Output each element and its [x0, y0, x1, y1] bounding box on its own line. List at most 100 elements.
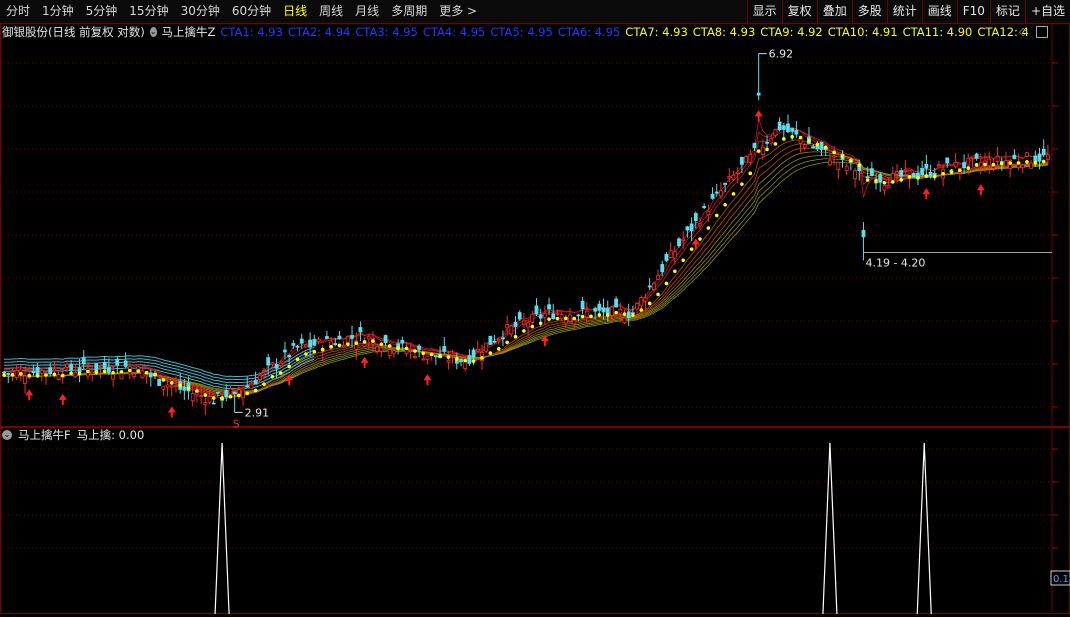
- buy-signal-arrow: [922, 188, 931, 200]
- candle-body: [488, 335, 493, 345]
- period-tab-2[interactable]: 5分钟: [80, 0, 124, 23]
- trend-dot: [622, 312, 627, 316]
- trend-dot: [941, 171, 945, 176]
- cta-label-1: CTA1: 4.93: [220, 25, 283, 39]
- trend-dot: [471, 359, 476, 363]
- toolbar-button-2[interactable]: 叠加: [816, 0, 852, 23]
- trend-dot: [136, 369, 141, 373]
- trend-dot: [656, 292, 660, 297]
- stock-title[interactable]: 御银股份(日线 前复权 对数): [2, 24, 145, 40]
- candle-body: [140, 370, 145, 379]
- candle-body: [790, 128, 795, 132]
- candle-body: [102, 361, 107, 369]
- candle-body: [199, 395, 204, 398]
- candle-body: [337, 335, 342, 340]
- candle-body: [350, 335, 354, 339]
- candle-body: [299, 338, 304, 344]
- candle-body: [278, 362, 283, 366]
- candle-body: [647, 285, 652, 288]
- candle-body: [593, 308, 598, 312]
- candle-body: [1037, 153, 1042, 162]
- trend-dot: [631, 313, 635, 318]
- period-tab-4[interactable]: 30分钟: [175, 0, 226, 23]
- candle-body: [98, 366, 103, 369]
- trend-dot: [647, 301, 652, 306]
- cta-label-10: CTA10: 4.91: [827, 25, 898, 39]
- sub-indicator-name[interactable]: 马上擒牛F: [18, 427, 71, 443]
- toolbar-button-5[interactable]: 画线: [921, 0, 957, 23]
- candle-body: [681, 238, 686, 241]
- candle-body: [132, 373, 136, 377]
- candle-body: [698, 222, 702, 227]
- candle-body: [341, 344, 346, 347]
- trend-dot: [949, 170, 954, 174]
- toolbar-button-6[interactable]: F10: [956, 0, 990, 23]
- sub-indicator-toggle-icon[interactable]: ⌄: [2, 430, 12, 440]
- trend-dot: [421, 351, 426, 356]
- candle-body: [1033, 155, 1038, 163]
- trend-dot: [455, 356, 459, 361]
- toolbar-button-4[interactable]: 统计: [886, 0, 922, 23]
- chart-area[interactable]: 6.92 2.91 S 4.19 - 4.20 0.10: [0, 23, 1070, 615]
- period-tab-6[interactable]: 日线: [277, 0, 313, 23]
- candle-body: [1025, 152, 1029, 157]
- trend-dot: [932, 174, 937, 179]
- candle-body: [974, 153, 979, 159]
- trend-dot: [547, 317, 551, 321]
- trend-dot: [798, 135, 803, 140]
- trend-dot: [614, 310, 618, 315]
- indicator-name[interactable]: 马上擒牛Z: [162, 24, 216, 40]
- period-tab-3[interactable]: 15分钟: [123, 0, 174, 23]
- buy-signal-arrow: [58, 393, 67, 405]
- candle-body: [903, 169, 908, 172]
- candle-body: [433, 355, 438, 358]
- candle-body: [568, 314, 572, 322]
- candle-body: [710, 194, 715, 199]
- period-tab-7[interactable]: 周线: [313, 0, 349, 23]
- period-tab-8[interactable]: 月线: [349, 0, 385, 23]
- cta-label-3: CTA3: 4.95: [355, 25, 418, 39]
- trend-dot: [731, 192, 736, 196]
- s-marker: S: [233, 417, 240, 430]
- candle-body: [610, 306, 614, 316]
- trend-dot: [899, 177, 903, 182]
- period-tab-0[interactable]: 分时: [0, 0, 36, 23]
- trend-dot: [966, 166, 971, 170]
- candle-body: [106, 367, 111, 373]
- indicator-toggle-icon[interactable]: ⌄: [149, 27, 157, 37]
- candle-body: [828, 160, 832, 166]
- candle-body: [450, 353, 455, 356]
- toolbar-button-0[interactable]: 显示: [746, 0, 782, 23]
- period-tab-5[interactable]: 60分钟: [226, 0, 277, 23]
- low-price-label: 2.91: [245, 406, 270, 419]
- high-price-label: 6.92: [769, 48, 794, 61]
- candle-body: [56, 374, 61, 380]
- period-tab-10[interactable]: 更多 >: [433, 0, 483, 23]
- candle-body: [559, 314, 564, 320]
- trend-dot: [111, 370, 115, 375]
- candle-body: [404, 349, 409, 355]
- candle-body: [442, 346, 447, 352]
- candle-body: [52, 368, 57, 372]
- panel-maximize-icon[interactable]: [1036, 26, 1048, 38]
- trend-dot: [10, 373, 15, 377]
- trend-dot: [69, 371, 73, 375]
- candle-body: [748, 153, 753, 163]
- candle-body: [991, 165, 996, 169]
- candle-body: [496, 338, 501, 341]
- candle-body: [1004, 160, 1008, 168]
- period-tab-1[interactable]: 1分钟: [36, 0, 80, 23]
- trend-dot: [287, 364, 291, 369]
- trend-dot: [463, 358, 468, 363]
- candle-body: [400, 339, 405, 344]
- period-tab-9[interactable]: 多周期: [385, 0, 433, 23]
- toolbar-button-1[interactable]: 复权: [781, 0, 817, 23]
- trend-dot: [857, 163, 862, 167]
- candle-body: [781, 125, 786, 130]
- toolbar-button-7[interactable]: 标记: [989, 0, 1025, 23]
- toolbar-button-8[interactable]: +自选: [1024, 0, 1070, 23]
- trend-dot: [907, 175, 912, 179]
- toolbar-button-3[interactable]: 多股: [851, 0, 887, 23]
- diamond-icon[interactable]: ◇: [1019, 25, 1027, 38]
- trend-dot: [1025, 160, 1029, 164]
